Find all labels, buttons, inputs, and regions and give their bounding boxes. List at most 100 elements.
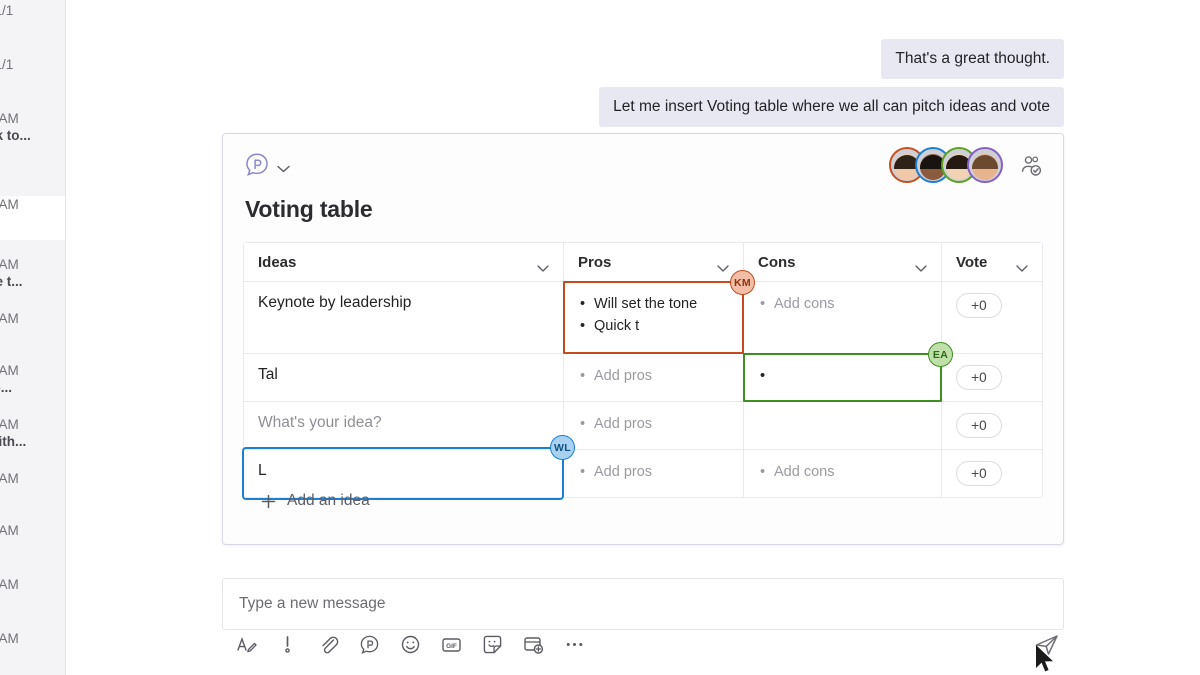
avatar[interactable] — [967, 147, 1003, 183]
column-header-pros[interactable]: Pros — [564, 243, 744, 281]
emoji-icon[interactable] — [400, 634, 421, 655]
compose-toolbar[interactable]: GIF — [236, 634, 585, 655]
column-header-ideas[interactable]: Ideas — [244, 243, 564, 281]
pros-placeholder-text: Add pros — [594, 368, 652, 384]
sidebar-item-8[interactable]: 0 AM — [0, 470, 66, 498]
sidebar-item-7[interactable]: 8 AMwith... — [0, 416, 66, 456]
sidebar-item-time: 11/1 — [0, 56, 66, 73]
send-icon[interactable] — [1034, 632, 1060, 658]
meet-now-icon[interactable] — [523, 634, 544, 655]
vote-button[interactable]: +0 — [956, 461, 1002, 486]
vote-button[interactable]: +0 — [956, 413, 1002, 438]
sidebar-item-0[interactable]: 11/1 — [0, 2, 66, 30]
cons-cell[interactable]: •Add cons — [744, 450, 942, 497]
cons-cell[interactable]: •Add cons — [744, 282, 942, 353]
column-header-label: Ideas — [258, 254, 537, 271]
sidebar-item-time: 1 AM — [0, 196, 66, 213]
loop-component-card[interactable]: Voting table Ideas Pros Cons Vote Keynote b… — [222, 133, 1064, 545]
table-row[interactable]: What's your idea? •Add pros +0 — [244, 402, 1042, 450]
sidebar-item-6[interactable]: 0 AMto... — [0, 362, 66, 402]
sidebar-item-time: 4 AM — [0, 256, 66, 273]
chevron-down-icon[interactable] — [915, 259, 927, 266]
loop-card-header — [223, 134, 1063, 196]
sidebar-item-time: 8 AM — [0, 416, 66, 433]
pros-item-text: Quick t — [594, 318, 639, 334]
table-row[interactable]: Keynote by leadership•Will set the tone•… — [244, 282, 1042, 354]
loop-icon[interactable] — [244, 152, 270, 178]
add-idea-button[interactable]: Add an idea — [261, 492, 370, 510]
vote-cell[interactable]: +0 — [942, 450, 1042, 497]
idea-text: L — [258, 461, 549, 481]
cons-placeholder: •Add cons — [758, 293, 927, 315]
sidebar-item-3[interactable]: 1 AM — [0, 196, 66, 240]
pros-cell[interactable]: •Add pros — [564, 354, 744, 401]
cons-cell[interactable] — [744, 402, 942, 449]
sidebar-item-time: 0 AM — [0, 362, 66, 379]
loop-component-icon[interactable] — [359, 634, 380, 655]
bullet-icon: • — [760, 461, 774, 483]
attach-file-icon[interactable] — [318, 634, 339, 655]
sidebar-item-11[interactable]: 2 AM — [0, 630, 66, 658]
teams-chat-window: 11/111/10 AMek to...1 AM4 AMke t...2 AM0… — [0, 0, 1200, 675]
sidebar-item-10[interactable]: 0 AM — [0, 576, 66, 604]
people-check-icon[interactable] — [1019, 155, 1043, 177]
vote-button[interactable]: +0 — [956, 365, 1002, 390]
chat-message-text: That's a great thought. — [895, 50, 1050, 67]
bullet-icon: • — [580, 365, 594, 387]
cons-cell[interactable]: •EA — [744, 354, 942, 401]
sticker-icon[interactable] — [482, 634, 503, 655]
chat-message-text: Let me insert Voting table where we all … — [613, 98, 1050, 115]
pros-cell[interactable]: •Add pros — [564, 450, 744, 497]
chevron-down-icon[interactable] — [717, 259, 729, 266]
cons-placeholder-text: Add cons — [774, 296, 834, 312]
voting-table[interactable]: Ideas Pros Cons Vote Keynote by leadership •… — [243, 242, 1043, 498]
collaborator-avatars[interactable] — [889, 147, 1003, 185]
table-header-row: Ideas Pros Cons Vote — [244, 243, 1042, 282]
sidebar-item-4[interactable]: 4 AMke t... — [0, 256, 66, 296]
chevron-down-icon[interactable] — [1016, 259, 1028, 266]
pros-item: •Quick t — [578, 315, 729, 337]
format-text-icon[interactable] — [236, 634, 257, 655]
idea-cell[interactable]: Keynote by leadership — [244, 282, 564, 353]
table-row[interactable]: Tal•Add pros•EA+0 — [244, 354, 1042, 402]
idea-placeholder: What's your idea? — [258, 413, 549, 433]
message-input-placeholder[interactable]: Type a new message — [239, 595, 385, 613]
column-header-label: Cons — [758, 254, 915, 271]
idea-cell[interactable]: LWL — [244, 450, 564, 497]
pros-item-text: Will set the tone — [594, 296, 697, 312]
sidebar-item-preview: with... — [0, 433, 66, 450]
vote-cell[interactable]: +0 — [942, 354, 1042, 401]
chevron-down-icon[interactable] — [537, 259, 549, 266]
message-compose-box[interactable]: Type a new message — [222, 578, 1064, 630]
chat-list-sidebar[interactable]: 11/111/10 AMek to...1 AM4 AMke t...2 AM0… — [0, 0, 66, 675]
vote-cell[interactable]: +0 — [942, 402, 1042, 449]
column-header-label: Pros — [578, 254, 717, 271]
sidebar-item-1[interactable]: 11/1 — [0, 56, 66, 84]
pros-item: •Will set the tone — [578, 293, 729, 315]
page-title: Voting table — [245, 196, 373, 223]
sidebar-item-preview: ek to... — [0, 127, 66, 144]
gif-icon[interactable]: GIF — [441, 634, 462, 655]
pros-placeholder: •Add pros — [578, 365, 729, 387]
vote-cell[interactable]: +0 — [942, 282, 1042, 353]
column-header-vote[interactable]: Vote — [942, 243, 1042, 281]
bullet-icon: • — [580, 413, 594, 435]
pros-cell[interactable]: •Add pros — [564, 402, 744, 449]
idea-cell[interactable]: What's your idea? — [244, 402, 564, 449]
table-row[interactable]: LWL•Add pros•Add cons+0 — [244, 450, 1042, 497]
vote-button[interactable]: +0 — [956, 293, 1002, 318]
pros-placeholder-text: Add pros — [594, 464, 652, 480]
sidebar-item-time: 0 AM — [0, 576, 66, 593]
more-options-icon[interactable] — [564, 634, 585, 655]
sidebar-item-2[interactable]: 0 AMek to... — [0, 110, 66, 150]
idea-cell[interactable]: Tal — [244, 354, 564, 401]
sidebar-item-time: 9 AM — [0, 522, 66, 539]
sidebar-item-5[interactable]: 2 AM — [0, 310, 66, 338]
pros-cell[interactable]: •Will set the tone•Quick tKM — [564, 282, 744, 353]
sidebar-item-9[interactable]: 9 AM — [0, 522, 66, 550]
cons-item: • — [758, 365, 927, 387]
column-header-cons[interactable]: Cons — [744, 243, 942, 281]
bullet-icon: • — [580, 461, 594, 483]
set-importance-icon[interactable] — [277, 634, 298, 655]
chevron-down-icon[interactable] — [277, 160, 290, 168]
